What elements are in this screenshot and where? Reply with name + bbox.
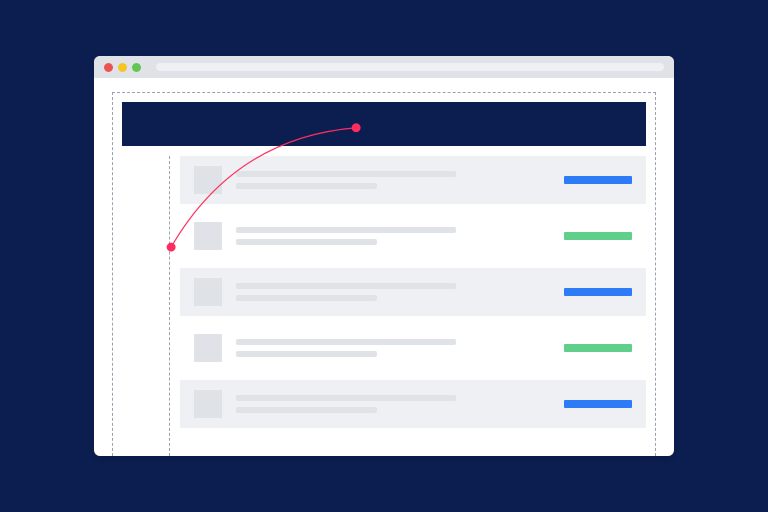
window-minimize-button[interactable] xyxy=(118,63,127,72)
text-placeholder xyxy=(236,339,550,357)
text-placeholder xyxy=(236,395,550,413)
list-item[interactable] xyxy=(180,324,646,372)
thumbnail-placeholder xyxy=(194,166,222,194)
subtitle-placeholder xyxy=(236,295,377,301)
title-placeholder xyxy=(236,227,456,233)
status-badge xyxy=(564,288,632,296)
titlebar xyxy=(94,56,674,78)
thumbnail-placeholder xyxy=(194,278,222,306)
window-close-button[interactable] xyxy=(104,63,113,72)
title-placeholder xyxy=(236,171,456,177)
title-placeholder xyxy=(236,339,456,345)
list-item[interactable] xyxy=(180,212,646,260)
url-bar[interactable] xyxy=(156,63,664,71)
thumbnail-placeholder xyxy=(194,390,222,418)
list-item[interactable] xyxy=(180,156,646,204)
list-item[interactable] xyxy=(180,380,646,428)
status-badge xyxy=(564,232,632,240)
text-placeholder xyxy=(236,283,550,301)
subtitle-placeholder xyxy=(236,183,377,189)
window-maximize-button[interactable] xyxy=(132,63,141,72)
text-placeholder xyxy=(236,227,550,245)
inner-layout xyxy=(112,92,656,456)
list-item[interactable] xyxy=(180,268,646,316)
status-badge xyxy=(564,344,632,352)
title-placeholder xyxy=(236,283,456,289)
subtitle-placeholder xyxy=(236,351,377,357)
sidebar-drop-zone xyxy=(112,156,170,456)
text-placeholder xyxy=(236,171,550,189)
header-banner[interactable] xyxy=(122,102,646,146)
main-layout xyxy=(122,156,646,456)
results-list xyxy=(170,156,646,456)
title-placeholder xyxy=(236,395,456,401)
status-badge xyxy=(564,176,632,184)
browser-window xyxy=(94,56,674,456)
subtitle-placeholder xyxy=(236,407,377,413)
thumbnail-placeholder xyxy=(194,334,222,362)
content-area xyxy=(94,78,674,456)
status-badge xyxy=(564,400,632,408)
subtitle-placeholder xyxy=(236,239,377,245)
thumbnail-placeholder xyxy=(194,222,222,250)
